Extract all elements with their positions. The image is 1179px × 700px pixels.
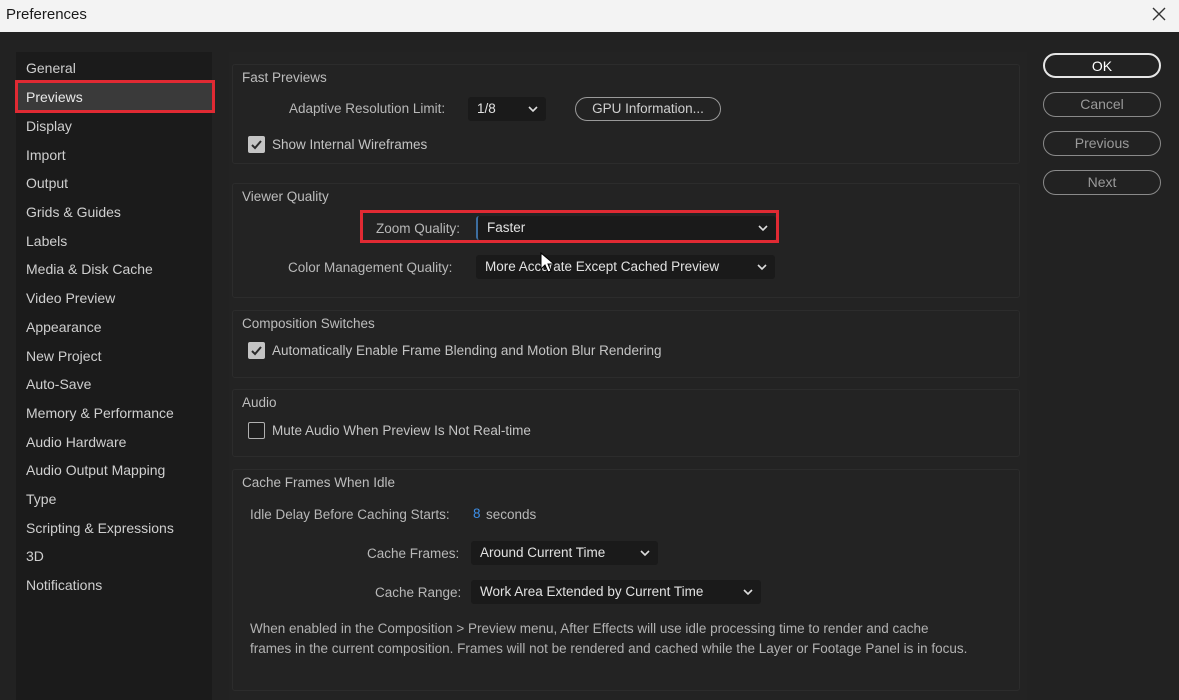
adaptive-resolution-dropdown[interactable]: 1/8 (468, 97, 546, 121)
zoom-quality-label: Zoom Quality: (376, 221, 461, 236)
next-button[interactable]: Next (1043, 170, 1161, 195)
zoom-quality-dropdown[interactable]: Faster (476, 216, 776, 240)
sidebar-item-audio-output-mapping[interactable]: Audio Output Mapping (16, 456, 212, 484)
sidebar-item-grids-guides[interactable]: Grids & Guides (16, 198, 212, 226)
mute-audio-label: Mute Audio When Preview Is Not Real-time (272, 423, 531, 438)
audio-title: Audio (242, 395, 277, 410)
cache-frames-label: Cache Frames: (367, 546, 460, 561)
sidebar-item-labels[interactable]: Labels (16, 227, 212, 255)
preferences-sidebar: General Previews Display Import Output G… (16, 52, 212, 700)
show-wireframes-label: Show Internal Wireframes (272, 137, 428, 152)
cancel-button[interactable]: Cancel (1043, 92, 1161, 117)
sidebar-item-new-project[interactable]: New Project (16, 342, 212, 370)
chevron-down-icon (528, 106, 538, 113)
frame-blending-label: Automatically Enable Frame Blending and … (272, 343, 662, 358)
checkmark-icon (251, 140, 262, 150)
viewer-quality-section (232, 183, 1020, 298)
color-management-value: More Accurate Except Cached Preview (485, 259, 720, 274)
ok-button[interactable]: OK (1043, 53, 1161, 78)
color-management-label: Color Management Quality: (288, 260, 453, 275)
checkmark-icon (251, 346, 262, 356)
color-management-dropdown[interactable]: More Accurate Except Cached Preview (476, 255, 775, 279)
idle-delay-label: Idle Delay Before Caching Starts: (250, 507, 450, 522)
sidebar-item-scripting-expressions[interactable]: Scripting & Expressions (16, 514, 212, 542)
idle-delay-value[interactable]: 8 (473, 506, 481, 521)
adaptive-resolution-label: Adaptive Resolution Limit: (289, 101, 446, 116)
previous-button[interactable]: Previous (1043, 131, 1161, 156)
cache-range-dropdown[interactable]: Work Area Extended by Current Time (471, 580, 761, 604)
idle-delay-unit: seconds (486, 507, 537, 522)
chevron-down-icon (758, 225, 768, 232)
sidebar-item-video-preview[interactable]: Video Preview (16, 284, 212, 312)
sidebar-item-auto-save[interactable]: Auto-Save (16, 370, 212, 398)
sidebar-item-import[interactable]: Import (16, 141, 212, 169)
cache-frames-idle-title: Cache Frames When Idle (242, 475, 396, 490)
sidebar-item-audio-hardware[interactable]: Audio Hardware (16, 428, 212, 456)
sidebar-item-memory-performance[interactable]: Memory & Performance (16, 399, 212, 427)
chevron-down-icon (640, 550, 650, 557)
sidebar-item-type[interactable]: Type (16, 485, 212, 513)
close-icon[interactable] (1149, 4, 1169, 24)
sidebar-item-previews[interactable]: Previews (16, 83, 212, 111)
mute-audio-checkbox[interactable] (248, 422, 265, 439)
sidebar-item-media-disk-cache[interactable]: Media & Disk Cache (16, 255, 212, 283)
chevron-down-icon (743, 589, 753, 596)
sidebar-item-3d[interactable]: 3D (16, 542, 212, 570)
cache-frames-dropdown[interactable]: Around Current Time (471, 541, 658, 565)
sidebar-item-general[interactable]: General (16, 54, 212, 82)
sidebar-item-notifications[interactable]: Notifications (16, 571, 212, 599)
viewer-quality-title: Viewer Quality (242, 189, 329, 204)
cache-range-value: Work Area Extended by Current Time (480, 584, 704, 599)
sidebar-item-output[interactable]: Output (16, 169, 212, 197)
composition-switches-title: Composition Switches (242, 316, 375, 331)
sidebar-item-appearance[interactable]: Appearance (16, 313, 212, 341)
cache-range-label: Cache Range: (375, 585, 462, 600)
sidebar-item-display[interactable]: Display (16, 112, 212, 140)
window-title: Preferences (6, 6, 87, 23)
title-bar: Preferences (0, 0, 1179, 32)
gpu-information-button[interactable]: GPU Information... (575, 97, 721, 121)
zoom-quality-value: Faster (487, 220, 526, 235)
cache-frames-value: Around Current Time (480, 545, 606, 560)
frame-blending-checkbox[interactable] (248, 342, 265, 359)
fast-previews-title: Fast Previews (242, 70, 327, 85)
chevron-down-icon (757, 264, 767, 271)
adaptive-resolution-value: 1/8 (477, 101, 496, 116)
cache-description: When enabled in the Composition > Previe… (250, 621, 968, 656)
mouse-cursor-icon (540, 252, 556, 273)
show-wireframes-checkbox[interactable] (248, 136, 265, 153)
